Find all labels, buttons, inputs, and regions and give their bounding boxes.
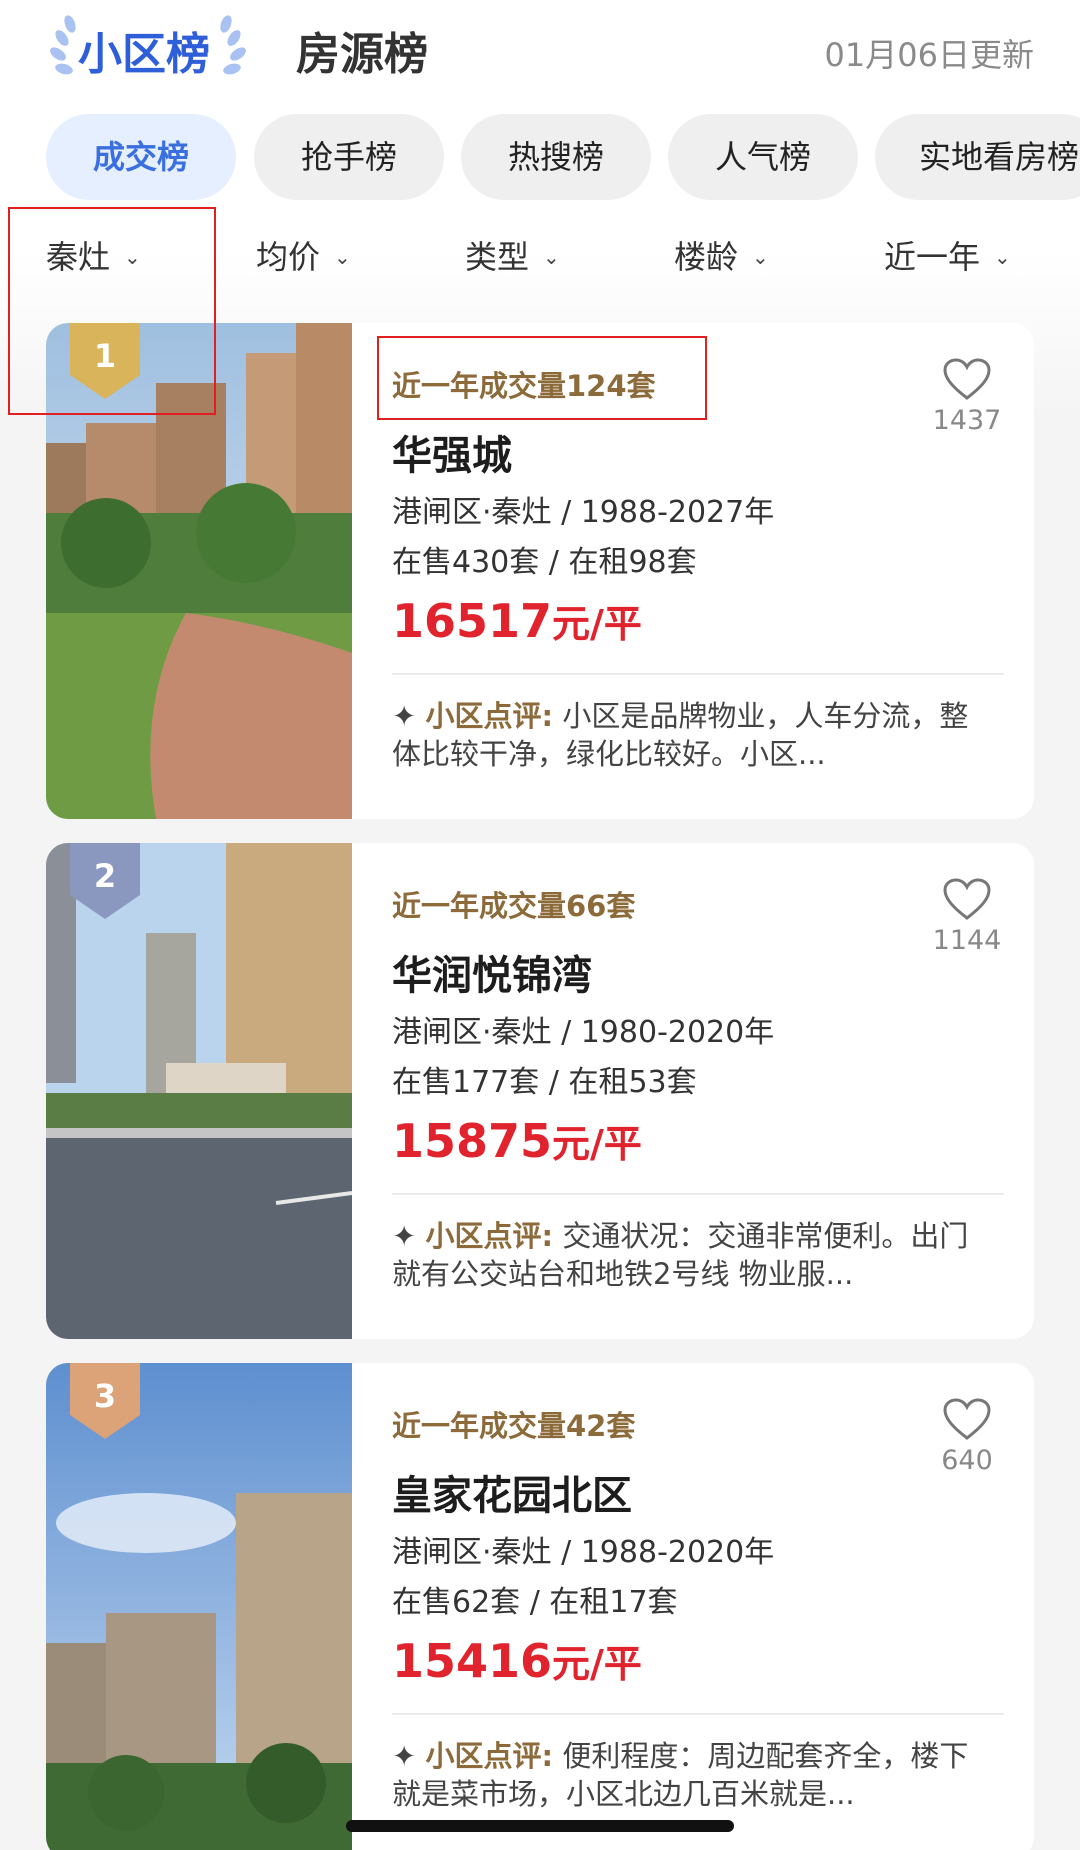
sparkle-icon: ✦ [392,699,426,733]
tab-fangyuan-ranking[interactable]: 房源榜 [296,18,428,82]
heart-icon[interactable] [942,1397,992,1441]
category-tab-onsite-viewing[interactable]: 实地看房榜 [875,114,1080,200]
filter-avg-price-label: 均价 [256,238,321,276]
community-location: 港闸区·秦灶 / 1988-2020年 [392,1535,775,1570]
community-name: 华强城 [392,433,512,479]
listing-card[interactable]: 3 近一年成交量42套 皇家花园北区 港闸区·秦灶 / 1988-2020年 在… [46,1363,1034,1850]
avg-price: 16517元/平 [392,593,642,648]
filter-type[interactable]: 类型 ⌄ [465,232,560,278]
highlight-box-deal-volume [377,336,707,420]
community-review: ✦ 小区点评: 便利程度：周边配套齐全，楼下就是菜市场，小区北边几百米就是... [392,1737,982,1813]
community-name: 华润悦锦湾 [392,953,592,999]
price-value: 15416 [392,1634,553,1688]
filter-building-age-label: 楼龄 [674,238,739,276]
divider [392,1193,1004,1195]
chevron-down-icon: ⌄ [543,245,560,269]
heart-icon[interactable] [942,357,992,401]
community-location: 港闸区·秦灶 / 1988-2027年 [392,495,775,530]
sparkle-icon: ✦ [392,1739,426,1773]
laurel-right-icon [220,15,246,75]
listing-stock: 在售62套 / 在租17套 [392,1585,678,1620]
category-tabs: 成交榜 抢手榜 热搜榜 人气榜 实地看房榜 [0,114,1080,200]
price-unit: 元/平 [552,1642,642,1686]
category-tab-popularity[interactable]: 人气榜 [668,114,858,200]
listing-stock: 在售177套 / 在租53套 [392,1065,697,1100]
divider [392,673,1004,675]
filter-type-label: 类型 [465,238,530,276]
rank-number: 2 [93,857,117,895]
community-location: 港闸区·秦灶 / 1980-2020年 [392,1015,775,1050]
rank-number: 3 [93,1377,117,1415]
avg-price: 15875元/平 [392,1113,642,1168]
filter-period[interactable]: 近一年 ⌄ [884,232,1011,278]
home-indicator [346,1820,734,1832]
deal-volume: 近一年成交量66套 [392,889,636,923]
review-label: 小区点评: [425,1219,554,1253]
category-tab-deals[interactable]: 成交榜 [46,114,236,200]
sparkle-icon: ✦ [392,1219,426,1253]
price-unit: 元/平 [552,602,642,646]
heart-icon[interactable] [942,877,992,921]
category-tab-popular-buy[interactable]: 抢手榜 [254,114,444,200]
deal-volume: 近一年成交量42套 [392,1409,636,1443]
price-value: 16517 [392,594,553,648]
chevron-down-icon: ⌄ [994,245,1011,269]
favorite-count: 1437 [932,405,1002,436]
community-review: ✦ 小区点评: 小区是品牌物业，人车分流，整体比较干净，绿化比较好。小区... [392,697,982,773]
price-unit: 元/平 [552,1122,642,1166]
favorite-count: 1144 [932,925,1002,956]
review-label: 小区点评: [425,1739,554,1773]
listing-stock: 在售430套 / 在租98套 [392,545,697,580]
chevron-down-icon: ⌄ [752,245,769,269]
title-bar: 小区榜 房源榜 01月06日更新 [0,0,1080,100]
filter-period-label: 近一年 [884,238,981,276]
chevron-down-icon: ⌄ [334,245,351,269]
review-label: 小区点评: [425,699,554,733]
highlight-box-area-filter [8,207,216,415]
category-tab-hot-search[interactable]: 热搜榜 [461,114,651,200]
divider [392,1713,1004,1715]
filter-building-age[interactable]: 楼龄 ⌄ [674,232,769,278]
listing-card[interactable]: 2 近一年成交量66套 华润悦锦湾 港闸区·秦灶 / 1980-2020年 在售… [46,843,1034,1339]
filter-avg-price[interactable]: 均价 ⌄ [256,232,351,278]
community-review: ✦ 小区点评: 交通状况：交通非常便利。出门就有公交站台和地铁2号线 物业服..… [392,1217,982,1293]
avg-price: 15416元/平 [392,1633,642,1688]
tab-xiaoqu-ranking[interactable]: 小区榜 [78,18,210,82]
price-value: 15875 [392,1114,553,1168]
community-name: 皇家花园北区 [392,1473,632,1519]
update-date: 01月06日更新 [824,36,1034,74]
favorite-count: 640 [941,1445,993,1476]
